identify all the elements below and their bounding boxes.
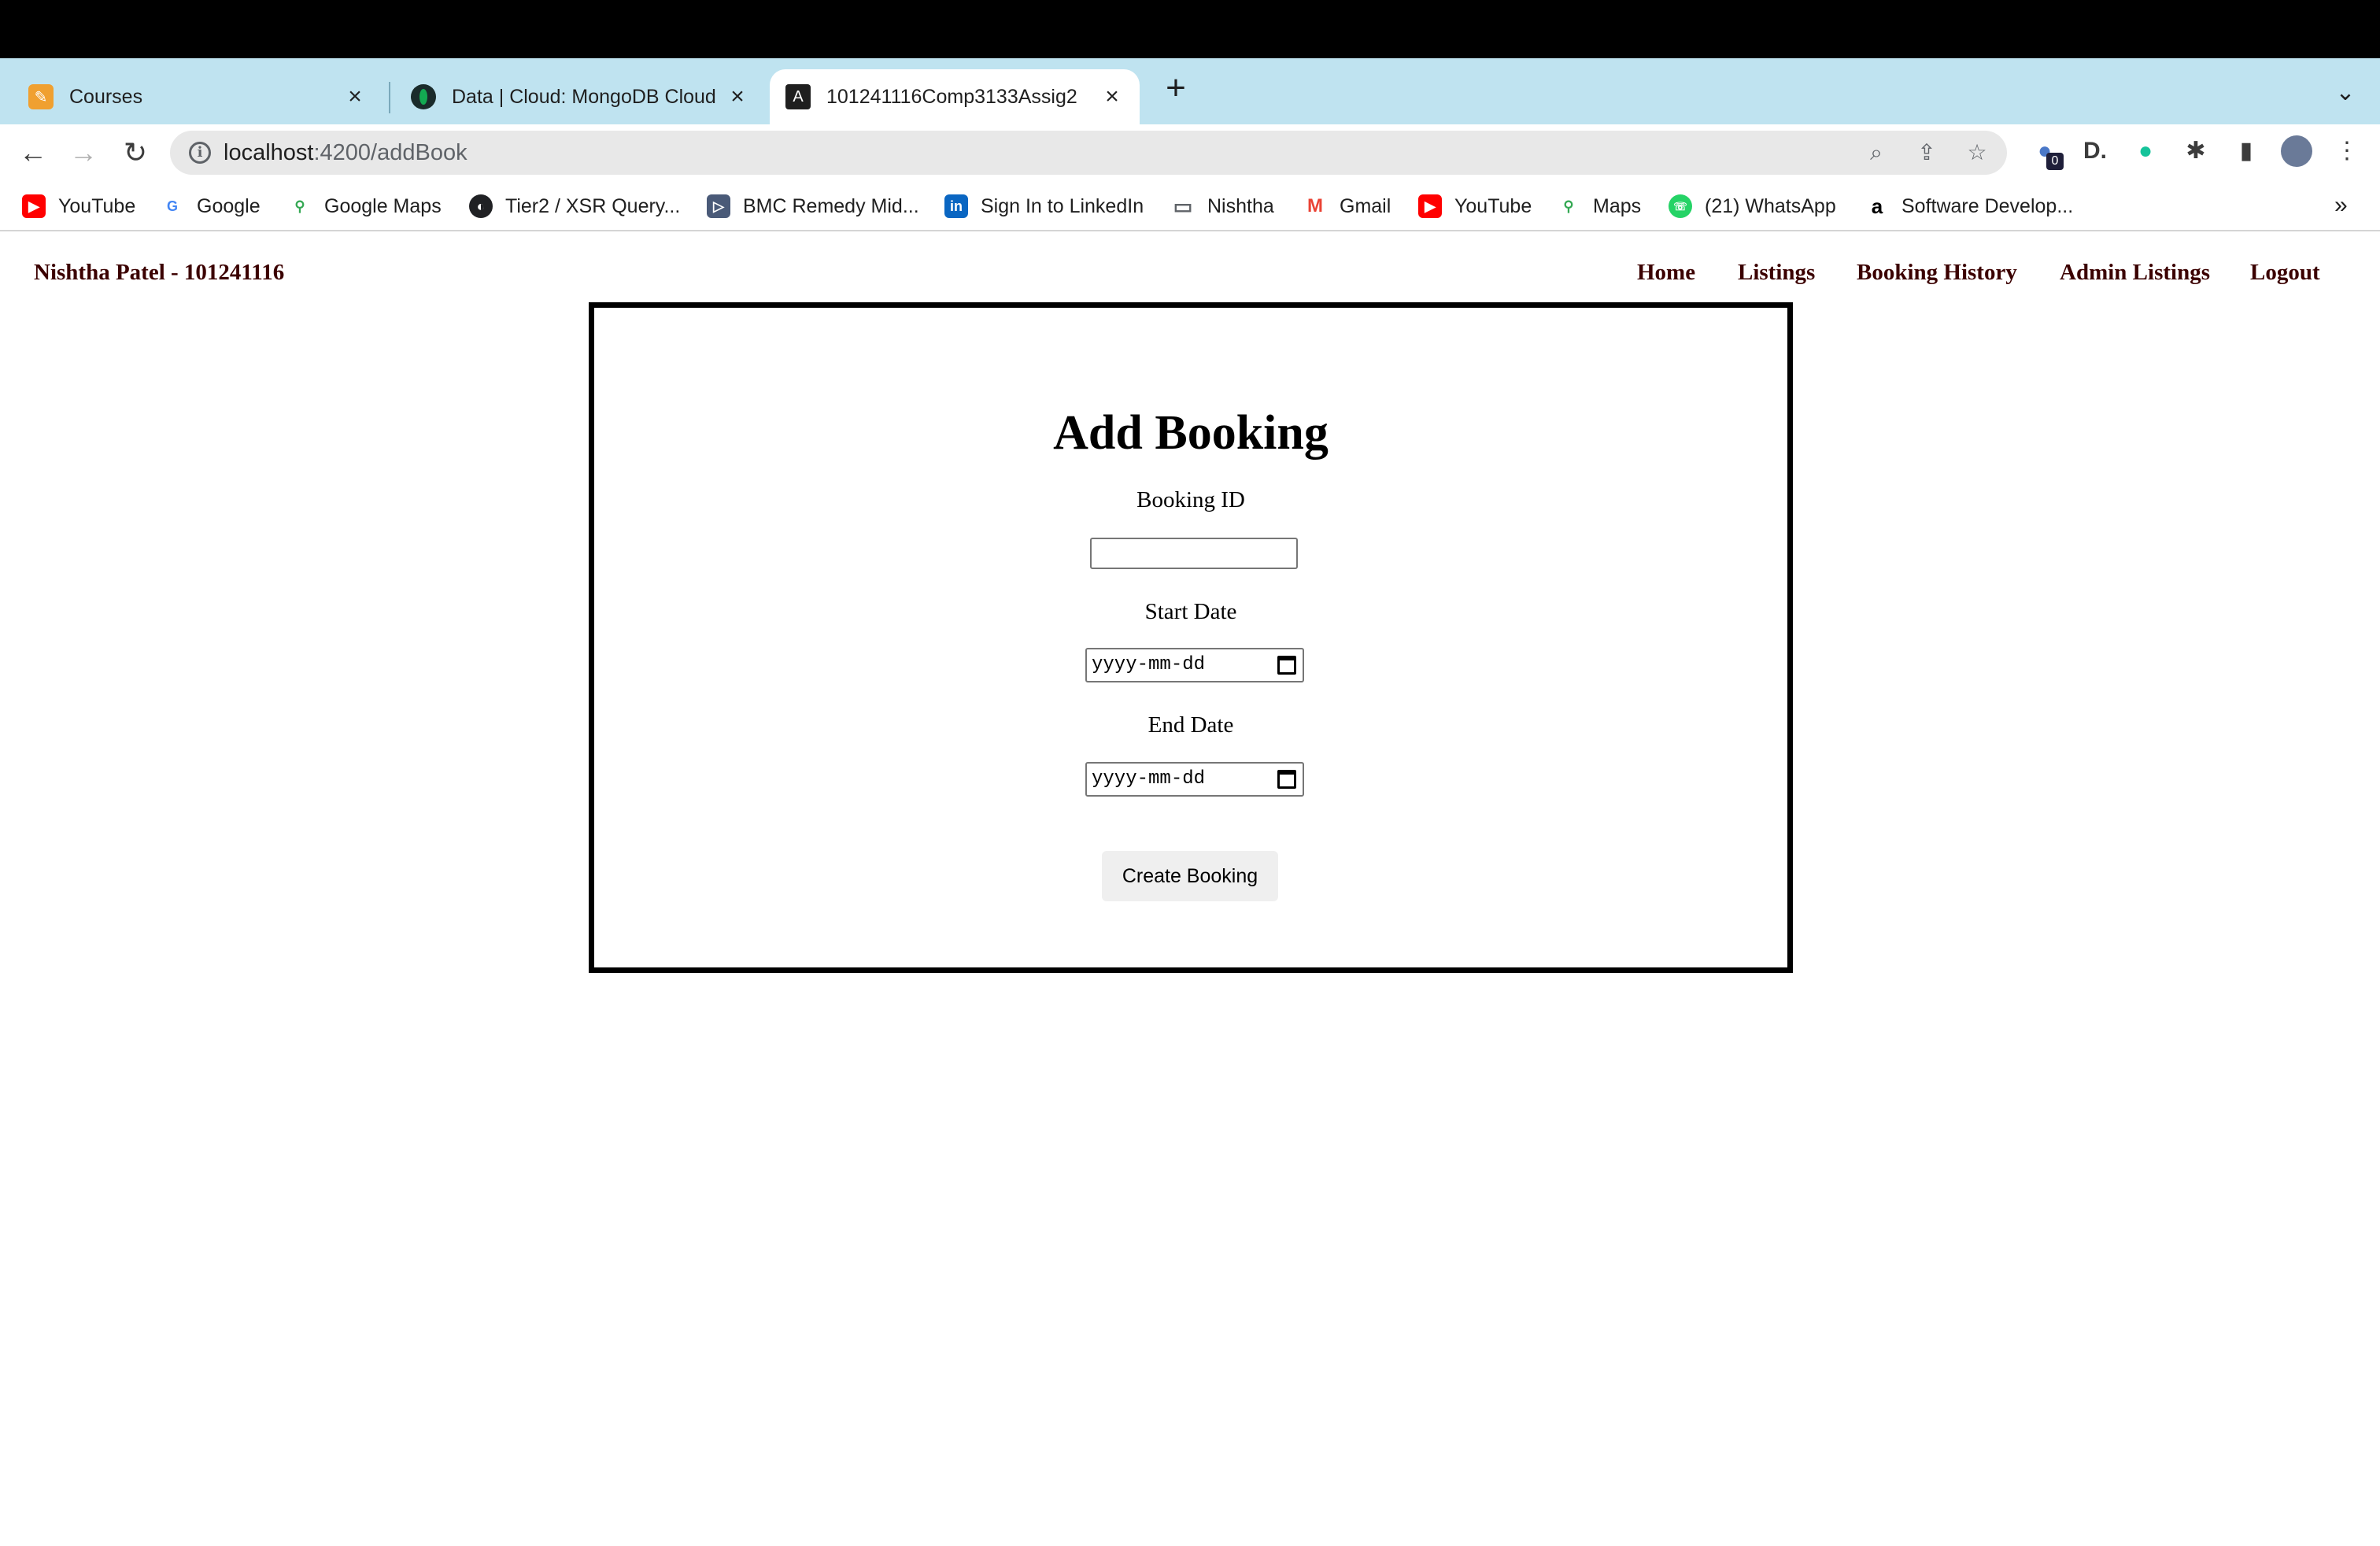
bookmark-tier2[interactable]: ◐ Tier2 / XSR Query... <box>469 190 680 222</box>
mongodb-leaf-icon <box>411 84 436 109</box>
nav-booking-history[interactable]: Booking History <box>1857 260 2017 286</box>
sidebar-icon[interactable]: ▮ <box>2230 135 2262 167</box>
pencil-icon: ✎ <box>28 84 54 109</box>
bookmark-maps[interactable]: ⚲ Maps <box>1557 190 1641 222</box>
linkedin-icon: in <box>944 194 968 218</box>
grammarly-icon[interactable]: ● <box>2130 135 2161 167</box>
zoom-icon[interactable]: ⌕ <box>1862 139 1890 167</box>
browser-toolbar: ← → ↻ i localhost:4200/addBook ⌕ ⇪ ☆ ● 0 … <box>0 124 2380 181</box>
bookmark-google[interactable]: G Google <box>161 190 261 222</box>
bmc-icon: ▷ <box>707 194 730 218</box>
new-tab-button[interactable]: + <box>1160 71 1192 105</box>
bookmark-folder-nishtha[interactable]: ▭ Nishtha <box>1171 190 1274 222</box>
bookmark-youtube[interactable]: ▶ YouTube <box>22 190 135 222</box>
dashlane-icon[interactable]: D. <box>2079 135 2111 167</box>
star-icon[interactable]: ☆ <box>1963 139 1991 167</box>
reload-icon[interactable]: ↻ <box>118 135 153 170</box>
bookmark-whatsapp[interactable]: ☏ (21) WhatsApp <box>1669 190 1836 222</box>
close-icon[interactable]: × <box>1099 83 1125 110</box>
create-booking-button[interactable]: Create Booking <box>1102 851 1278 901</box>
bookmark-gmail[interactable]: M Gmail <box>1303 190 1391 222</box>
bookmarks-overflow-button[interactable]: » <box>2334 192 2348 219</box>
nav-logout[interactable]: Logout <box>2250 260 2320 286</box>
nav-admin-listings[interactable]: Admin Listings <box>2060 260 2210 286</box>
calendar-icon[interactable] <box>1277 656 1296 675</box>
site-name: Nishtha Patel - 101241116 <box>34 260 285 285</box>
bookmark-linkedin[interactable]: in Sign In to LinkedIn <box>944 190 1144 222</box>
tab-title: 101241116Comp3133Assig2 <box>826 85 1077 108</box>
google-icon: G <box>161 194 184 218</box>
bookmark-bmc[interactable]: ▷ BMC Remedy Mid... <box>707 190 919 222</box>
info-icon[interactable]: i <box>189 142 211 164</box>
url-text[interactable]: localhost:4200/addBook <box>224 140 468 166</box>
maps-pin-icon: ⚲ <box>1557 194 1580 218</box>
tab-title: Courses <box>69 85 143 108</box>
calendar-icon[interactable] <box>1277 770 1296 789</box>
chevron-down-icon[interactable]: ⌄ <box>2330 77 2361 109</box>
tab-mongodb[interactable]: Data | Cloud: MongoDB Cloud × <box>395 69 765 124</box>
share-icon[interactable]: ⇪ <box>1913 139 1941 167</box>
whatsapp-icon: ☏ <box>1669 194 1692 218</box>
avatar[interactable] <box>2281 135 2312 167</box>
youtube-icon: ▶ <box>1418 194 1442 218</box>
menu-icon[interactable]: ⋮ <box>2331 135 2363 167</box>
bookmark-youtube-2[interactable]: ▶ YouTube <box>1418 190 1532 222</box>
back-arrow-icon[interactable]: ← <box>16 135 50 170</box>
gmail-icon: M <box>1303 194 1327 218</box>
extension-icon[interactable]: ● 0 <box>2029 135 2064 170</box>
maps-pin-icon: ⚲ <box>288 194 312 218</box>
add-booking-form: Add Booking Booking ID Start Date yyyy-m… <box>589 302 1793 973</box>
bookmark-google-maps[interactable]: ⚲ Google Maps <box>288 190 442 222</box>
close-icon[interactable]: × <box>724 83 751 110</box>
bookmark-software-develop[interactable]: a Software Develop... <box>1865 190 2073 222</box>
tab-separator <box>389 82 390 113</box>
angular-icon: A <box>785 84 811 109</box>
booking-id-label: Booking ID <box>1136 487 1245 512</box>
tab-courses[interactable]: ✎ Courses × <box>13 69 382 124</box>
os-menu-bar <box>0 0 2380 58</box>
forward-arrow-icon[interactable]: → <box>66 135 101 170</box>
nav-home[interactable]: Home <box>1637 260 1695 286</box>
start-date-input[interactable]: yyyy-mm-dd <box>1085 648 1304 682</box>
end-date-placeholder: yyyy-mm-dd <box>1092 768 1206 790</box>
amazon-icon: a <box>1865 194 1889 218</box>
start-date-placeholder: yyyy-mm-dd <box>1092 654 1206 675</box>
youtube-icon: ▶ <box>22 194 46 218</box>
globe-icon: ◐ <box>469 194 493 218</box>
bookmarks-bar: ▶ YouTube G Google ⚲ Google Maps ◐ Tier2 / X… <box>0 181 2380 231</box>
puzzle-icon[interactable]: ✱ <box>2180 135 2212 167</box>
extension-badge: 0 <box>2046 153 2064 170</box>
end-date-input[interactable]: yyyy-mm-dd <box>1085 762 1304 797</box>
end-date-label: End Date <box>1148 712 1234 738</box>
close-icon[interactable]: × <box>342 83 368 110</box>
folder-icon: ▭ <box>1171 194 1195 218</box>
start-date-label: Start Date <box>1144 599 1237 624</box>
booking-id-input[interactable] <box>1090 538 1298 569</box>
nav-listings[interactable]: Listings <box>1738 260 1815 286</box>
address-bar[interactable]: i localhost:4200/addBook ⌕ ⇪ ☆ <box>170 131 2007 175</box>
tab-assignment[interactable]: A 101241116Comp3133Assig2 × <box>770 69 1140 124</box>
tab-title: Data | Cloud: MongoDB Cloud <box>452 85 716 108</box>
form-title: Add Booking <box>1053 406 1329 460</box>
